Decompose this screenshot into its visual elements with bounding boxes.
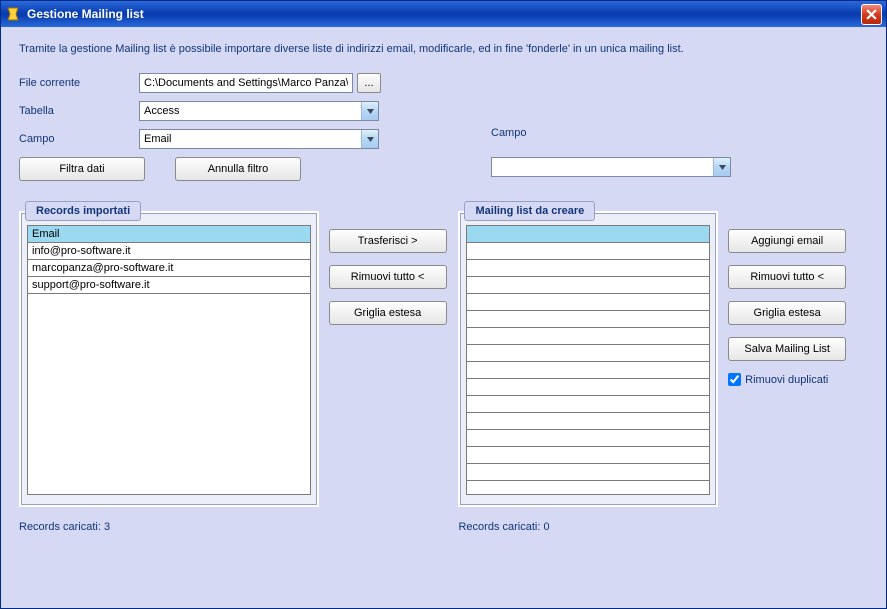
field-select-value[interactable] [139,129,379,149]
table-row[interactable] [467,447,709,464]
imported-records-count: Records caricati: 3 [19,521,319,533]
grid-columns: Records importati Email info@pro-softwar… [19,201,868,533]
table-select[interactable] [139,101,379,121]
file-row: File corrente ... [19,73,868,93]
remove-duplicates-label: Rimuovi duplicati [745,374,828,386]
imported-records-box: Email info@pro-software.it marcopanza@pr… [19,211,319,507]
imported-grid-header[interactable]: Email [28,226,310,243]
content-area: Tramite la gestione Mailing list è possi… [1,27,886,608]
table-row[interactable]: support@pro-software.it [28,277,310,294]
mailing-list-grid[interactable] [466,225,710,495]
close-button[interactable] [861,4,882,25]
add-email-button[interactable]: Aggiungi email [728,229,846,253]
mailing-list-window: Gestione Mailing list Tramite la gestion… [0,0,887,609]
imported-records-grid[interactable]: Email info@pro-software.it marcopanza@pr… [27,225,311,495]
right-field-select-value[interactable] [491,157,731,177]
field-select[interactable] [139,129,379,149]
table-row[interactable]: marcopanza@pro-software.it [28,260,310,277]
right-field-group: Campo [491,127,731,177]
remove-all-right-button[interactable]: Rimuovi tutto < [728,265,846,289]
table-row[interactable] [467,328,709,345]
table-row[interactable]: info@pro-software.it [28,243,310,260]
right-field-select[interactable] [491,157,731,177]
mailing-list-column: Mailing list da creare [458,201,718,533]
table-select-value[interactable] [139,101,379,121]
mailing-list-records-count: Records caricati: 0 [458,521,718,533]
remove-duplicates-checkbox[interactable] [728,373,741,386]
table-row[interactable] [467,243,709,260]
table-row[interactable] [467,294,709,311]
file-input[interactable] [139,73,353,93]
mailing-list-header: Mailing list da creare [464,201,595,221]
remove-all-left-button[interactable]: Rimuovi tutto < [329,265,447,289]
table-row[interactable] [467,464,709,481]
clear-filter-button[interactable]: Annulla filtro [175,157,301,181]
table-row[interactable] [467,362,709,379]
table-row[interactable] [467,379,709,396]
remove-duplicates-row: Rimuovi duplicati [728,373,868,386]
table-row[interactable] [467,277,709,294]
mailing-list-box [458,211,718,507]
table-row[interactable] [467,396,709,413]
table-row[interactable] [467,413,709,430]
mailing-list-buttons-column: Aggiungi email Rimuovi tutto < Griglia e… [718,201,868,533]
extended-grid-right-button[interactable]: Griglia estesa [728,301,846,325]
app-icon [5,6,21,22]
field-label: Campo [19,133,139,145]
save-mailing-list-button[interactable]: Salva Mailing List [728,337,846,361]
filter-data-button[interactable]: Filtra dati [19,157,145,181]
transfer-buttons-column: Trasferisci > Rimuovi tutto < Griglia es… [319,201,459,533]
mailing-list-grid-header[interactable] [467,226,709,243]
table-row: Tabella [19,101,868,121]
right-field-label: Campo [491,127,731,139]
titlebar: Gestione Mailing list [1,1,886,27]
transfer-button[interactable]: Trasferisci > [329,229,447,253]
table-label: Tabella [19,105,139,117]
window-title: Gestione Mailing list [27,7,861,21]
description-text: Tramite la gestione Mailing list è possi… [19,43,868,55]
field-row: Campo [19,129,868,149]
table-row[interactable] [467,430,709,447]
table-row[interactable] [467,260,709,277]
imported-records-column: Records importati Email info@pro-softwar… [19,201,319,533]
imported-records-header: Records importati [25,201,141,221]
browse-button[interactable]: ... [357,73,381,93]
table-row[interactable] [467,311,709,328]
table-row[interactable] [467,345,709,362]
extended-grid-left-button[interactable]: Griglia estesa [329,301,447,325]
file-label: File corrente [19,77,139,89]
filter-button-row: Filtra dati Annulla filtro [19,157,868,181]
